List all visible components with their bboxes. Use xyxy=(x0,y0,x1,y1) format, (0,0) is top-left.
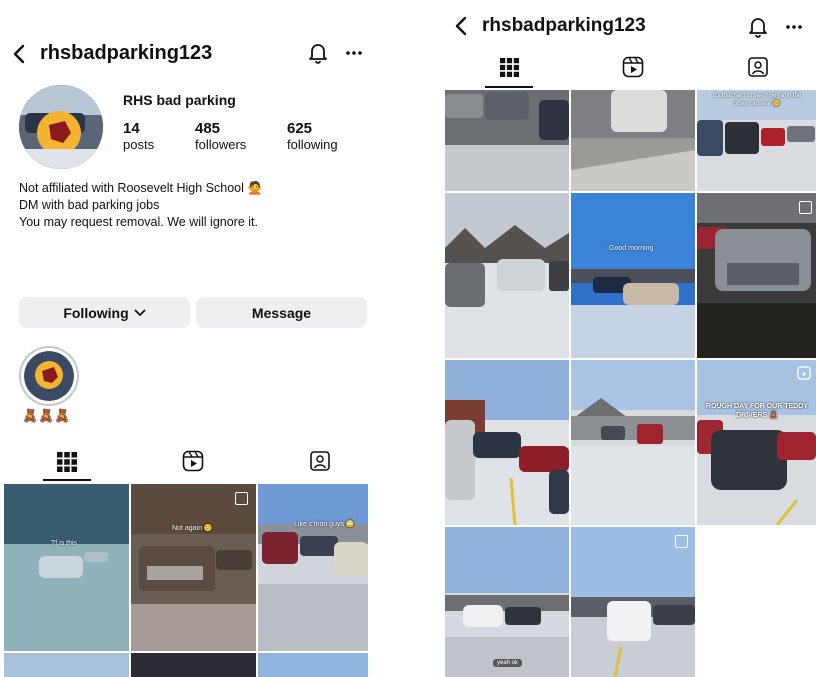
tagged-tab-icon[interactable] xyxy=(309,450,331,472)
grid-post[interactable]: It's that hard to see how far in the oth… xyxy=(697,90,816,191)
multiple-photos-icon xyxy=(799,201,812,214)
grid-post[interactable] xyxy=(445,360,569,525)
post-image xyxy=(445,90,569,191)
stat-followers-count: 485 xyxy=(195,120,221,137)
stat-followers-label: followers xyxy=(195,137,247,152)
grid-post[interactable] xyxy=(131,653,256,677)
post-image xyxy=(571,527,695,677)
more-options-icon[interactable] xyxy=(785,24,803,30)
bio: Not affiliated with Roosevelt High Schoo… xyxy=(19,180,263,231)
left-profile-screen: rhsbadparking123 RHS bad parking 14 post… xyxy=(0,0,370,677)
avatar[interactable] xyxy=(19,85,103,169)
stat-followers[interactable]: 485 followers xyxy=(195,120,246,152)
grid-post[interactable] xyxy=(445,90,569,191)
back-arrow-icon[interactable] xyxy=(454,16,468,36)
grid-post[interactable] xyxy=(571,90,695,191)
tagged-tab-icon[interactable] xyxy=(747,56,769,78)
stat-following-count: 625 xyxy=(287,120,313,137)
post-caption: Tf is this xyxy=(51,540,78,547)
post-caption: Like c'mon guys 🙄 xyxy=(294,521,355,528)
highlight-caption: 🧸🧸🧸 xyxy=(22,408,71,423)
grid-post[interactable] xyxy=(571,360,695,525)
stat-posts-count: 14 xyxy=(123,120,140,137)
highlight-cover xyxy=(24,351,74,401)
post-image xyxy=(445,193,569,358)
grid-post[interactable] xyxy=(445,193,569,358)
grid-post[interactable]: Like c'mon guys 🙄 xyxy=(258,484,368,651)
grid-tab-underline xyxy=(43,479,91,481)
more-options-icon[interactable] xyxy=(345,50,363,56)
multiple-photos-icon xyxy=(235,492,248,505)
grid-post[interactable]: ROUGH DAY FOR OUR TEDDY DRIVERS 🧸 xyxy=(697,360,816,525)
grid-post[interactable] xyxy=(697,193,816,358)
multiple-photos-icon xyxy=(675,535,688,548)
message-button[interactable]: Message xyxy=(196,297,367,328)
post-image xyxy=(571,360,695,525)
post-caption: Good morning xyxy=(609,245,654,252)
stat-posts[interactable]: 14 posts xyxy=(123,120,154,152)
post-image xyxy=(4,484,129,651)
grid-post[interactable]: yeah ok xyxy=(445,527,569,677)
notification-bell-icon[interactable] xyxy=(747,14,769,38)
stat-following-label: following xyxy=(287,137,338,152)
reels-tab-icon[interactable] xyxy=(622,56,644,78)
notification-bell-icon[interactable] xyxy=(307,40,329,64)
post-caption: It's that hard to see how far in the oth… xyxy=(712,93,802,107)
bio-line: DM with bad parking jobs xyxy=(19,198,160,212)
grid-post[interactable] xyxy=(4,653,129,677)
grid-post[interactable]: Good morning xyxy=(571,193,695,358)
stat-posts-label: posts xyxy=(123,137,155,152)
back-arrow-icon[interactable] xyxy=(12,44,26,64)
following-button-label: Following xyxy=(63,304,129,321)
display-name: RHS bad parking xyxy=(123,92,236,108)
post-image xyxy=(697,193,816,358)
post-caption: yeah ok xyxy=(493,659,523,667)
message-button-label: Message xyxy=(251,304,312,321)
post-caption: Not again 😕 xyxy=(172,525,213,532)
stat-following[interactable]: 625 following xyxy=(287,120,338,152)
profile-username: rhsbadparking123 xyxy=(482,15,646,36)
right-profile-screen: rhsbadparking123 It's that hard to see h… xyxy=(445,0,816,677)
bio-line: You may request removal. We will ignore … xyxy=(19,215,258,229)
grid-post[interactable]: Tf is this xyxy=(4,484,129,651)
grid-tab-underline xyxy=(485,86,533,88)
story-highlight[interactable] xyxy=(19,346,79,406)
grid-post[interactable] xyxy=(571,527,695,677)
post-image xyxy=(258,484,368,651)
post-image xyxy=(571,193,695,358)
reel-icon xyxy=(797,366,811,380)
post-image xyxy=(445,360,569,525)
post-image xyxy=(571,90,695,191)
chevron-down-icon xyxy=(134,308,146,316)
bio-line: Not affiliated with Roosevelt High Schoo… xyxy=(19,181,263,195)
grid-post[interactable] xyxy=(258,653,368,677)
grid-tab-icon[interactable] xyxy=(57,452,77,472)
following-button[interactable]: Following xyxy=(19,297,190,328)
reels-tab-icon[interactable] xyxy=(182,450,204,472)
profile-username: rhsbadparking123 xyxy=(40,42,213,64)
post-image xyxy=(697,360,816,525)
post-caption: ROUGH DAY FOR OUR TEDDY DRIVERS 🧸 xyxy=(706,403,808,419)
grid-post[interactable]: Not again 😕 xyxy=(131,484,256,651)
post-image xyxy=(131,484,256,651)
grid-tab-icon[interactable] xyxy=(500,58,519,77)
post-image xyxy=(445,527,569,677)
